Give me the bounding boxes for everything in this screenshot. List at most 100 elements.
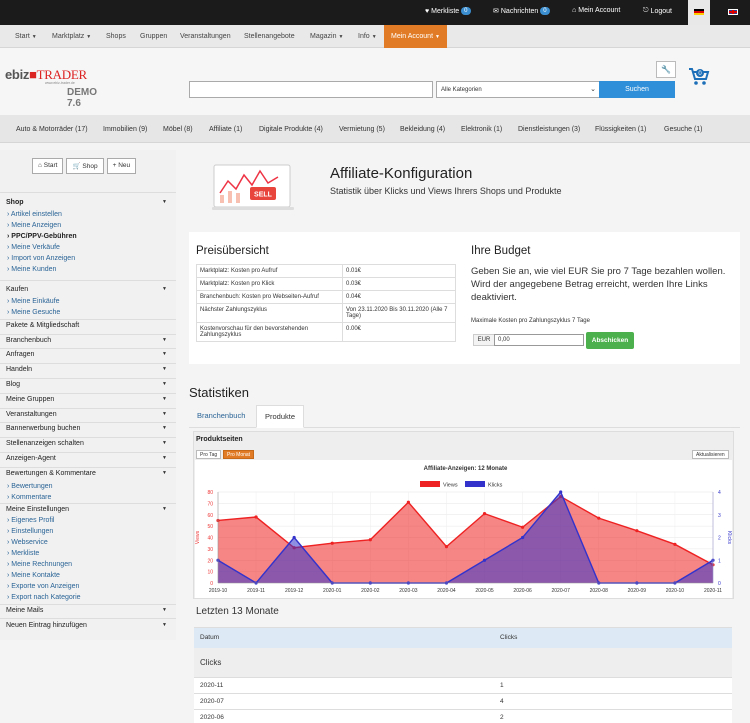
sidebar-link[interactable]: › Export nach Kategorie [7, 594, 81, 601]
nav-gruppen[interactable]: Gruppen [140, 25, 167, 48]
table-section-row: Clicks [194, 647, 732, 678]
data-point-views [597, 516, 601, 520]
account-link[interactable]: ⌂ Mein Account [572, 7, 620, 14]
category-link[interactable]: Dienstleistungen (3) [518, 126, 580, 133]
caret-down-icon: ▼ [162, 351, 167, 357]
sidebar-section-item[interactable]: Blog [6, 381, 20, 388]
sidebar-section-item[interactable]: Pakete & Mitgliedschaft [6, 322, 79, 329]
submit-button[interactable]: Abschicken [586, 332, 634, 349]
refresh-button[interactable]: Aktualisieren [692, 450, 729, 459]
category-link[interactable]: Elektronik (1) [461, 126, 502, 133]
caret-down-icon: ▼ [162, 366, 167, 372]
nav-veranstaltungen[interactable]: Veranstaltungen [180, 25, 231, 48]
search-button[interactable]: Suchen [599, 81, 675, 98]
x-tick-label: 2019-11 [247, 588, 265, 594]
sidebar-link[interactable]: › Webservice [7, 539, 48, 546]
sidebar-section-item[interactable]: Meine Gruppen [6, 396, 54, 403]
sidebar-section-item[interactable]: Veranstaltungen [6, 411, 57, 418]
nachrichten-link[interactable]: ✉ Nachrichten 0 [493, 7, 550, 15]
per-day-button[interactable]: Pro Tag [196, 450, 222, 459]
start-button[interactable]: ⌂ Start [32, 158, 64, 174]
nav-magazin[interactable]: Magazin ▼ [310, 25, 343, 48]
price-label: Marktplatz: Kosten pro Aufruf [196, 264, 343, 278]
wrench-icon[interactable]: 🔧 [656, 61, 676, 78]
sidebar-link[interactable]: › Meine Gesuche [7, 309, 60, 316]
sidebar-link[interactable]: › Meine Anzeigen [7, 222, 61, 229]
legend-label: Klicks [488, 483, 503, 489]
sidebar-section-item[interactable]: Bannerwerbung buchen [6, 425, 80, 432]
sidebar-section-item[interactable]: Stellenanzeigen schalten [6, 440, 84, 447]
category-link[interactable]: Vermietung (5) [339, 126, 385, 133]
price-table: Marktplatz: Kosten pro Aufruf 0.01€ Marktp… [196, 264, 456, 342]
category-link[interactable]: Möbel (8) [163, 126, 193, 133]
data-point-views [482, 512, 487, 516]
sidebar-link[interactable]: › Meine Kunden [7, 266, 56, 273]
y2-tick-label: 4 [718, 490, 721, 496]
category-link[interactable]: Affiliate (1) [209, 126, 242, 133]
sidebar-link[interactable]: › Meine Kontakte [7, 572, 60, 579]
caret-down-icon: ▼ [371, 34, 377, 40]
data-point-klicks [521, 535, 525, 540]
tab-branchenbuch[interactable]: Branchenbuch [189, 405, 253, 428]
sidebar-section-einstellungen[interactable]: Meine Einstellungen [6, 506, 69, 513]
sidebar-link[interactable]: › Einstellungen [7, 528, 53, 535]
cart-icon[interactable]: 0 [688, 65, 710, 87]
y-tick-label: 80 [207, 490, 213, 496]
nav-start[interactable]: Start ▼ [15, 25, 37, 48]
category-link[interactable]: Digitale Produkte (4) [259, 126, 323, 133]
per-month-button[interactable]: Pro Monat [223, 450, 255, 459]
flag-de-button[interactable] [688, 0, 710, 25]
svg-text:SELL: SELL [254, 192, 273, 199]
sidebar-link[interactable]: › Import von Anzeigen [7, 255, 75, 262]
sidebar-section-mails[interactable]: Meine Mails [6, 607, 43, 614]
caret-down-icon: ▼ [162, 455, 167, 461]
sidebar-section-kaufen[interactable]: Kaufen [6, 286, 28, 293]
clicks-table: Datum Clicks Clicks 2020-11 1 2020-07 4 2020… [194, 627, 732, 723]
logout-link[interactable]: ⎋ Logout [643, 7, 672, 15]
y-tick-label: 0 [210, 581, 213, 587]
category-link[interactable]: Immobilien (9) [103, 126, 147, 133]
category-select[interactable]: Alle Kategorien ⌄ [436, 81, 600, 98]
nav-marktplatz[interactable]: Marktplatz ▼ [52, 25, 91, 48]
nachrichten-badge: 0 [540, 7, 550, 15]
sidebar-section-item[interactable]: Anfragen [6, 351, 34, 358]
sidebar-link[interactable]: › Merkliste [7, 550, 39, 557]
category-link[interactable]: Gesuche (1) [664, 126, 703, 133]
site-logo[interactable]: ebiz■TRADER www.ebiz-trader.de DEMO 7.6 [5, 67, 105, 109]
merkliste-link[interactable]: ♥ Merkliste 0 [425, 7, 471, 15]
clicks-table-wrap: Datum Clicks Clicks 2020-11 1 2020-07 4 2020… [194, 627, 732, 723]
sidebar-link[interactable]: › Meine Verkäufe [7, 244, 60, 251]
tab-produkte[interactable]: Produkte [256, 405, 305, 428]
nav-shops[interactable]: Shops [106, 25, 126, 48]
search-input[interactable] [189, 81, 433, 98]
sidebar-section-item[interactable]: Anzeigen-Agent [6, 455, 56, 462]
y-tick-label: 20 [207, 558, 213, 564]
nav-info[interactable]: Info ▼ [358, 25, 377, 48]
category-link[interactable]: Auto & Motorräder (17) [16, 126, 88, 133]
budget-input[interactable]: 0,00 [494, 334, 584, 346]
sidebar-link[interactable]: › Bewertungen [7, 483, 53, 490]
category-bar: Auto & Motorräder (17) Immobilien (9) Mö… [0, 115, 750, 143]
data-point-klicks [559, 490, 563, 494]
sidebar-link-active[interactable]: › PPC/PPV-Gebühren [7, 233, 77, 240]
nav-mein-account[interactable]: Mein Account ▼ [384, 25, 447, 48]
sidebar-link[interactable]: › Eigenes Profil [7, 517, 54, 524]
sidebar-link[interactable]: › Kommentare [7, 494, 51, 501]
sidebar-section-neuer-eintrag[interactable]: Neuen Eintrag hinzufügen [6, 622, 87, 629]
sidebar-link[interactable]: › Artikel einstellen [7, 211, 62, 218]
flag-en-button[interactable] [722, 0, 744, 25]
sidebar-link[interactable]: › Meine Einkäufe [7, 298, 60, 305]
category-link[interactable]: Bekleidung (4) [400, 126, 445, 133]
legend-swatch-views [420, 481, 440, 487]
table-row: 2020-07 4 [194, 693, 732, 710]
shop-button[interactable]: 🛒 Shop [66, 158, 104, 174]
new-button[interactable]: + Neu [106, 158, 137, 174]
sidebar-section-shop[interactable]: Shop [6, 199, 24, 206]
category-link[interactable]: Flüssigkeiten (1) [595, 126, 646, 133]
sidebar-link[interactable]: › Exporte von Anzeigen [7, 583, 79, 590]
sidebar-section-item[interactable]: Bewertungen & Kommentare [6, 470, 96, 477]
sidebar-section-item[interactable]: Branchenbuch [6, 337, 51, 344]
sidebar-link[interactable]: › Meine Rechnungen [7, 561, 72, 568]
sidebar-section-item[interactable]: Handeln [6, 366, 32, 373]
nav-stellenangebote[interactable]: Stellenangebote [244, 25, 295, 48]
